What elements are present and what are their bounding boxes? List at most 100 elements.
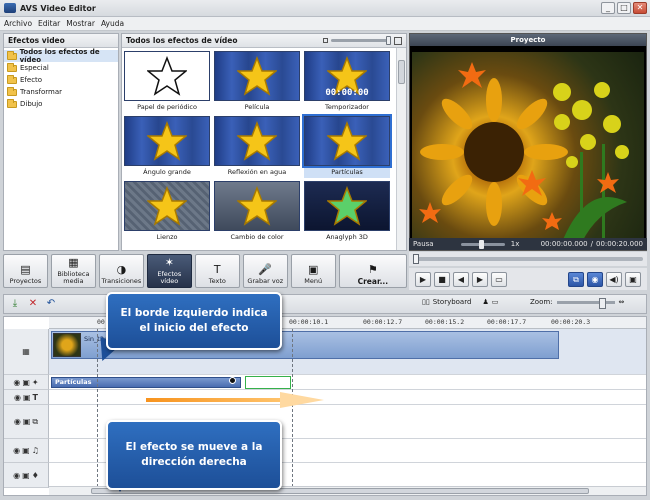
keyframe-handle[interactable]	[229, 377, 236, 384]
eye-icon[interactable]: ◉	[14, 417, 21, 426]
lock-icon[interactable]: ▣	[22, 378, 30, 387]
category-label: Dibujo	[20, 100, 43, 108]
lock-icon[interactable]: ▣	[23, 393, 31, 402]
add-icon[interactable]: ⤓	[8, 297, 22, 311]
toolbar-button-microphone[interactable]: 🎤 Grabar voz	[242, 254, 288, 288]
eye-icon[interactable]: ◉	[13, 471, 20, 480]
menu-ayuda[interactable]: Ayuda	[101, 19, 124, 28]
effect-label: Ángulo grande	[143, 168, 191, 176]
effect-clip[interactable]: Partículas	[51, 377, 241, 388]
effects-scrollbar[interactable]	[396, 48, 406, 250]
effect-thumbnail	[214, 116, 300, 166]
minimize-button[interactable]: _	[601, 2, 615, 14]
effect-tile[interactable]: Ángulo grande	[124, 116, 210, 178]
snapshot-icon[interactable]: ◉	[587, 271, 603, 287]
effect-tile[interactable]: Reflexión en agua	[214, 116, 300, 178]
delete-icon[interactable]: ✕	[26, 297, 40, 311]
toolbar-button-text[interactable]: T Texto	[194, 254, 240, 288]
stop-button[interactable]: ■	[434, 271, 450, 287]
toolbar-button-effects[interactable]: ✶ Efectos vídeo	[146, 254, 192, 288]
effect-thumbnail	[124, 116, 210, 166]
category-label: Especial	[20, 64, 49, 72]
callout-effect-start: El borde izquierdo indica el inicio del …	[106, 292, 282, 350]
seek-bar[interactable]	[409, 252, 647, 266]
effect-label: Cambio de color	[230, 233, 284, 241]
storyboard-button[interactable]: ▯▯ Storyboard ♟ ▭	[422, 298, 498, 306]
effects-icon: ✶	[164, 255, 174, 269]
toolbar-button-label: Texto	[208, 277, 226, 285]
split-button[interactable]: ⧉	[568, 271, 584, 287]
scroll-thumb[interactable]	[398, 60, 405, 84]
effect-tile[interactable]: Cambio de color	[214, 181, 300, 243]
category-item-efecto[interactable]: Efecto	[4, 74, 118, 86]
effect-label: Temporizador	[325, 103, 369, 111]
main-toolbar: ▤ Proyectos ▦ Biblioteca media ◑ Transiciones…	[3, 254, 408, 290]
toolbar-button-menu[interactable]: ▣ Menú	[290, 254, 336, 288]
close-button[interactable]: ✕	[633, 2, 647, 14]
undo-icon[interactable]: ↶	[44, 297, 58, 311]
volume-icon[interactable]: ◀)	[606, 271, 622, 287]
effect-tile[interactable]: Anaglyph 3D	[304, 181, 390, 243]
ruler-tick: 00:00:10.1	[289, 318, 329, 326]
effect-track-header: ◉ ▣ ✦	[4, 375, 49, 390]
total-time: 00:00:20.000	[595, 240, 644, 248]
seek-track[interactable]	[413, 254, 643, 264]
toolbar-button-transitions[interactable]: ◑ Transiciones	[98, 254, 144, 288]
menu-archivo[interactable]: Archivo	[4, 19, 32, 28]
toolbar-button-projects[interactable]: ▤ Proyectos	[3, 254, 48, 288]
seek-thumb[interactable]	[413, 254, 419, 264]
lock-icon[interactable]: ▣	[22, 446, 30, 455]
fullscreen-button[interactable]: ▭	[491, 271, 507, 287]
music-icon: ♫	[31, 446, 39, 455]
layout-button[interactable]: ▣	[625, 271, 641, 287]
star-icon	[237, 56, 277, 96]
text-track	[49, 390, 646, 405]
effect-label: Anaglyph 3D	[326, 233, 368, 241]
effect-tile[interactable]: 00:00:00 Temporizador	[304, 51, 390, 113]
ruler-tick: 00:00:15.2	[425, 318, 465, 326]
category-item-transformar[interactable]: Transformar	[4, 86, 118, 98]
effect-tile[interactable]: Película	[214, 51, 300, 113]
previous-frame-button[interactable]: ◀	[453, 271, 469, 287]
toolbar-button-create[interactable]: ⚑ Crear...	[338, 254, 408, 288]
effect-thumbnail	[214, 181, 300, 231]
lock-icon[interactable]: ▣	[23, 417, 31, 426]
effect-tile[interactable]: Lienzo	[124, 181, 210, 243]
toolbar-button-media-library[interactable]: ▦ Biblioteca media	[50, 254, 96, 288]
folder-icon	[7, 74, 17, 84]
effect-thumbnail	[304, 181, 390, 231]
thumbnail-size-slider[interactable]	[323, 36, 402, 45]
effect-tile[interactable]: Papel de periódico	[124, 51, 210, 113]
eye-icon[interactable]: ◉	[14, 393, 21, 402]
folder-icon	[7, 62, 17, 72]
microphone-icon: ♦	[31, 470, 39, 480]
slider-thumb[interactable]	[386, 36, 391, 45]
effects-panel: Todos los efectos de vídeo Papel de peri…	[121, 33, 407, 251]
effect-tile[interactable]: Partículas	[302, 114, 392, 178]
storyboard-label: Storyboard	[432, 298, 472, 306]
play-button[interactable]: ▶	[415, 271, 431, 287]
ruler-tick: 00:00:12.7	[363, 318, 403, 326]
preview-title: Proyecto	[410, 34, 646, 46]
lock-icon[interactable]: ▣	[22, 471, 30, 480]
menu-mostrar[interactable]: Mostrar	[66, 19, 95, 28]
zoom-slider[interactable]	[556, 297, 615, 309]
fit-icon[interactable]: ⇔	[619, 298, 625, 306]
ruler-tick: 00:00:20.3	[551, 318, 591, 326]
create-icon: ⚑	[367, 262, 378, 276]
storyboard-icon: ▯▯	[422, 298, 430, 306]
effect-label: Reflexión en agua	[227, 168, 287, 176]
next-frame-button[interactable]: ▶	[472, 271, 488, 287]
category-item-all[interactable]: Todos los efectos de vídeo	[4, 48, 118, 64]
microphone-icon: 🎤	[258, 262, 273, 276]
speed-slider[interactable]	[460, 239, 505, 249]
eye-icon[interactable]: ◉	[13, 378, 20, 387]
category-item-dibujo[interactable]: Dibujo	[4, 98, 118, 110]
eye-icon[interactable]: ◉	[13, 446, 20, 455]
projects-icon: ▤	[20, 262, 31, 276]
time-separator: /	[590, 240, 593, 248]
maximize-button[interactable]: □	[617, 2, 631, 14]
menu-editar[interactable]: Editar	[38, 19, 60, 28]
slider-track[interactable]	[331, 36, 391, 45]
video-preview	[412, 52, 644, 242]
